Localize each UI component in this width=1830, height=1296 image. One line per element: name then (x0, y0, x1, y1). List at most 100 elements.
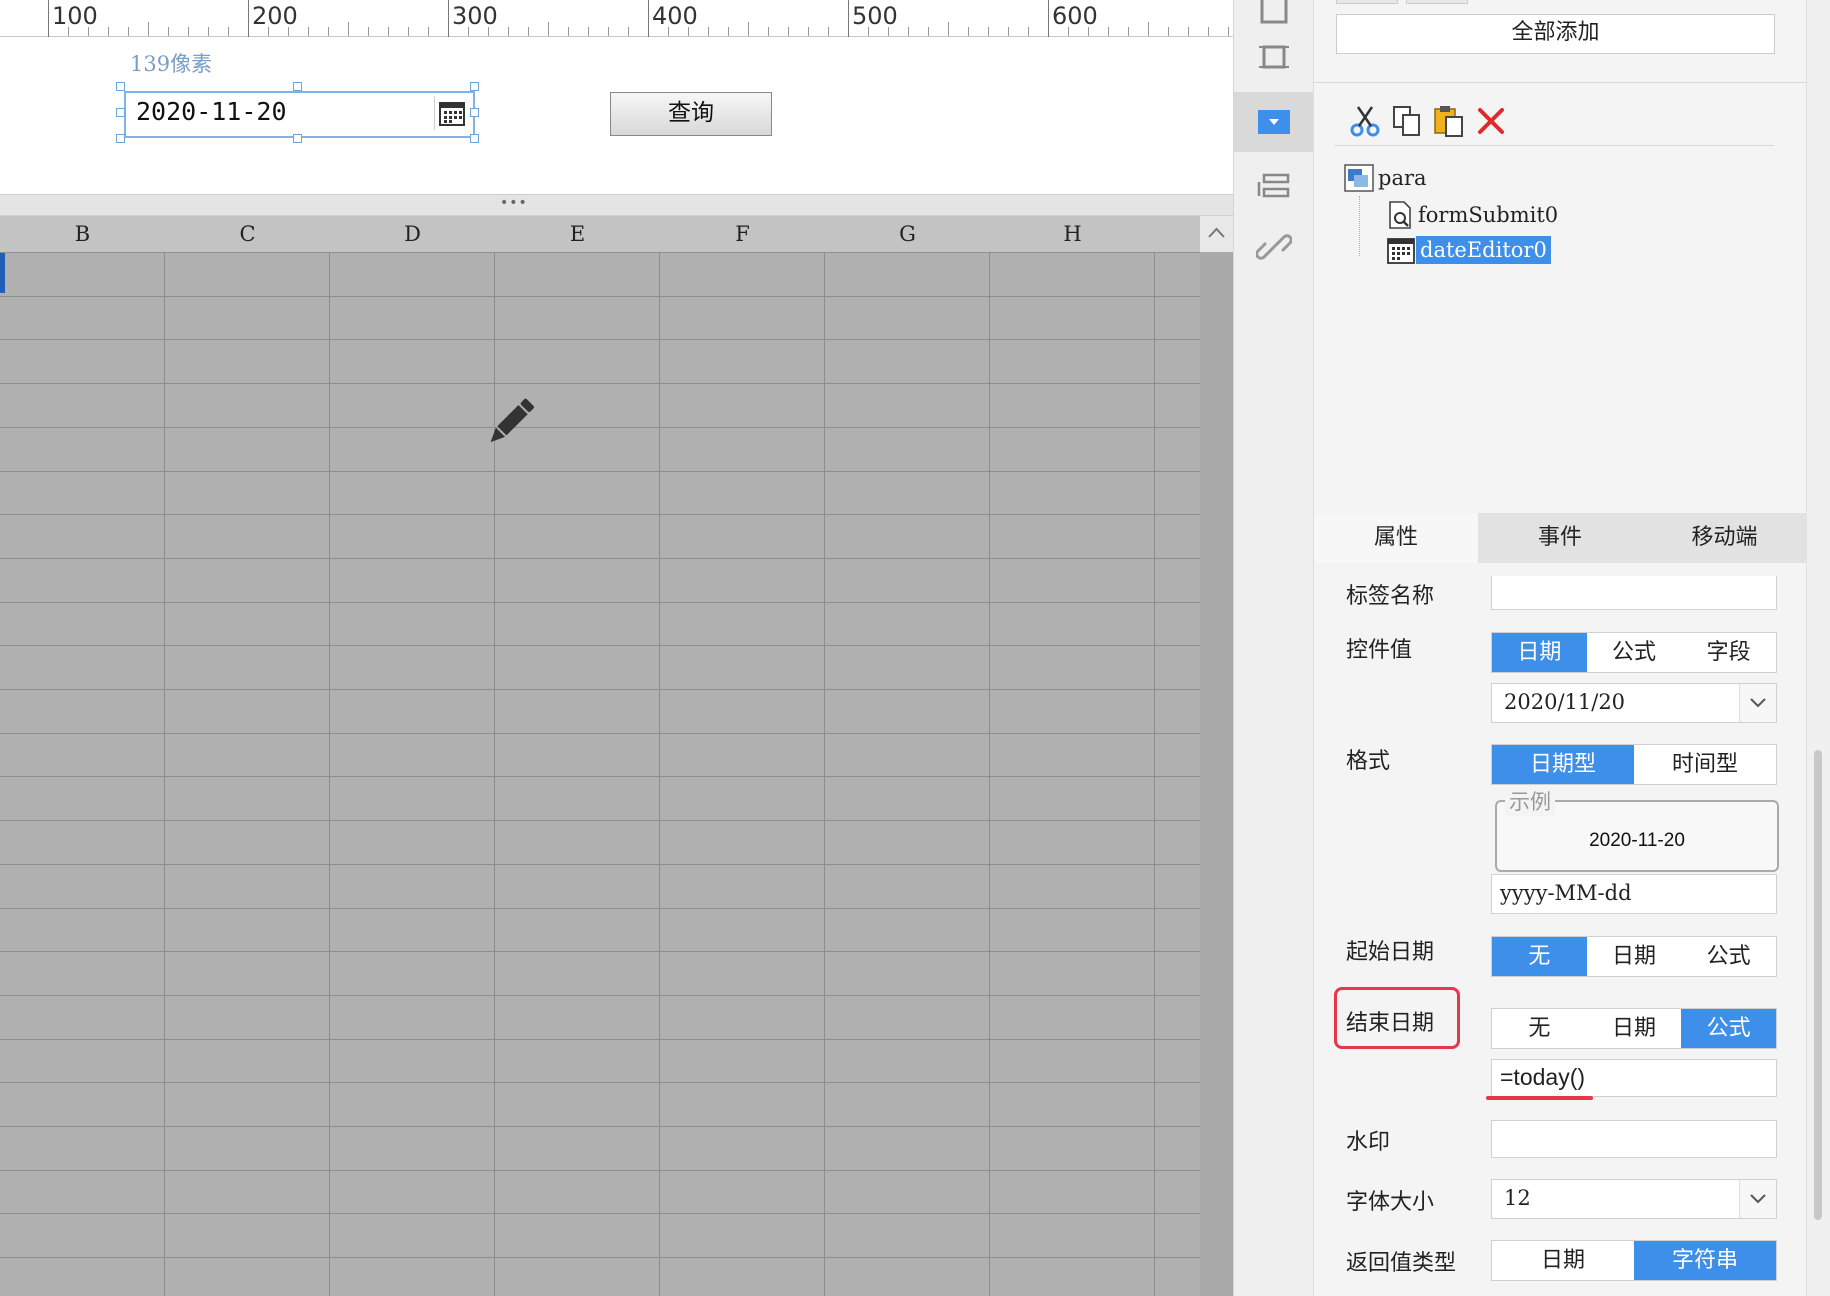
ruler-minor-tick (528, 27, 529, 36)
ruler-minor-tick (428, 27, 429, 36)
segment-option[interactable]: 无 (1492, 937, 1587, 976)
tree-node-dateeditor[interactable]: dateEditor0 (1386, 235, 1551, 265)
ruler-minor-tick (228, 27, 229, 36)
segment-option[interactable]: 日期 (1492, 1241, 1634, 1280)
grid-row-line (0, 1257, 1200, 1258)
format-type-selector[interactable]: 日期型 时间型 (1491, 744, 1777, 785)
tree-connector (1359, 196, 1361, 256)
query-button[interactable]: 查询 (610, 92, 772, 136)
ruler-minor-tick (468, 27, 469, 36)
frame-icon[interactable] (1234, 27, 1314, 87)
ruler-minor-tick (1168, 27, 1169, 36)
ruler-minor-tick (628, 27, 629, 36)
panel-top-button[interactable] (1336, 0, 1398, 4)
segment-option[interactable]: 日期 (1492, 633, 1587, 672)
list-widget-icon[interactable] (1234, 157, 1314, 217)
column-header[interactable]: B (0, 216, 166, 253)
column-header[interactable]: C (165, 216, 331, 253)
segment-option[interactable]: 无 (1492, 1009, 1587, 1048)
panel-top-button[interactable] (1406, 0, 1468, 4)
column-header[interactable]: G (825, 216, 991, 253)
segment-option[interactable]: 字段 (1681, 633, 1776, 672)
segment-option[interactable]: 字符串 (1634, 1241, 1776, 1280)
link-icon[interactable] (1234, 217, 1314, 277)
paste-icon[interactable] (1432, 104, 1466, 142)
segment-option[interactable]: 日期 (1587, 1009, 1682, 1048)
ruler-minor-tick (348, 22, 349, 36)
tab-events[interactable]: 事件 (1478, 513, 1642, 563)
font-size-dropdown[interactable]: 12 (1491, 1179, 1777, 1219)
properties-panel: 全部添加 para formSubmit0 dateEditor0 属性 事件 … (1313, 0, 1807, 1296)
ruler-minor-tick (728, 27, 729, 36)
date-editor-widget[interactable]: 2020-11-20 (124, 91, 475, 138)
return-type-selector[interactable]: 日期 字符串 (1491, 1240, 1777, 1281)
chevron-down-icon[interactable] (1739, 1180, 1776, 1218)
resize-handle[interactable] (116, 134, 125, 143)
start-date-selector[interactable]: 无 日期 公式 (1491, 936, 1777, 977)
end-date-formula-input[interactable]: =today() (1491, 1059, 1777, 1097)
column-header[interactable]: F (660, 216, 826, 253)
resize-handle[interactable] (470, 134, 479, 143)
control-value-type-selector[interactable]: 日期 公式 字段 (1491, 632, 1777, 673)
grid-column-line (164, 252, 165, 1296)
watermark-input[interactable] (1491, 1120, 1777, 1158)
resize-handle[interactable] (470, 108, 479, 117)
tree-node-root[interactable]: para (1344, 164, 1431, 192)
ruler-minor-tick (388, 27, 389, 36)
grid-vertical-scrollbar[interactable] (1200, 216, 1233, 1296)
ruler-minor-tick (128, 27, 129, 36)
column-header[interactable]: E (495, 216, 661, 253)
scroll-up-arrow-icon[interactable] (1200, 216, 1233, 252)
spreadsheet-grid[interactable]: BCDEFGH (0, 216, 1200, 1296)
resize-handle[interactable] (293, 82, 302, 91)
control-value-date-dropdown[interactable]: 2020/11/20 (1491, 683, 1777, 723)
tree-node-formsubmit[interactable]: formSubmit0 (1386, 200, 1562, 230)
format-pattern-input[interactable]: yyyy-MM-dd (1491, 874, 1777, 914)
resize-handle[interactable] (293, 134, 302, 143)
dropdown-widget-icon[interactable] (1234, 92, 1314, 152)
column-header[interactable] (1155, 216, 1200, 253)
segment-option[interactable]: 日期 (1587, 937, 1682, 976)
segment-option[interactable]: 公式 (1587, 633, 1682, 672)
add-all-button[interactable]: 全部添加 (1336, 14, 1775, 54)
ruler-minor-tick (1028, 27, 1029, 36)
copy-icon[interactable] (1390, 104, 1424, 142)
segment-option[interactable]: 时间型 (1634, 745, 1776, 784)
ruler-major-tick (248, 0, 249, 37)
ruler-minor-tick (708, 27, 709, 36)
column-header[interactable]: H (990, 216, 1156, 253)
panel-splitter[interactable]: ••• (0, 194, 1233, 216)
delete-icon[interactable] (1474, 104, 1508, 142)
ruler-label: 100 (52, 2, 98, 30)
grid-row-line (0, 1213, 1200, 1214)
tab-mobile[interactable]: 移动端 (1642, 513, 1807, 563)
segment-option[interactable]: 公式 (1681, 937, 1776, 976)
calendar-icon[interactable] (434, 96, 469, 130)
grid-column-line (329, 252, 330, 1296)
label-name-input[interactable] (1491, 576, 1777, 610)
segment-option[interactable]: 公式 (1681, 1009, 1777, 1048)
scrollbar-thumb[interactable] (1814, 750, 1822, 1220)
column-header[interactable]: D (330, 216, 496, 253)
ruler-minor-tick (888, 27, 889, 36)
ruler-label: 200 (252, 2, 298, 30)
ruler-minor-tick (1208, 27, 1209, 36)
ruler-label: 600 (1052, 2, 1098, 30)
panel-scrollbar[interactable] (1806, 0, 1830, 1296)
ruler-minor-tick (1128, 27, 1129, 36)
cut-icon[interactable] (1348, 104, 1382, 142)
font-size-value: 12 (1504, 1186, 1531, 1210)
parameter-design-area[interactable]: 139像素 2020-11-20 查询 (0, 38, 1233, 194)
chevron-down-icon[interactable] (1739, 684, 1776, 722)
example-caption: 示例 (1505, 786, 1555, 816)
end-date-selector[interactable]: 无 日期 公式 (1491, 1008, 1777, 1049)
segment-option[interactable]: 日期型 (1492, 745, 1634, 784)
tab-properties[interactable]: 属性 (1314, 513, 1478, 563)
ruler-minor-tick (688, 27, 689, 36)
watermark-label: 水印 (1346, 1130, 1391, 1155)
resize-handle[interactable] (116, 82, 125, 91)
format-label: 格式 (1346, 749, 1391, 774)
end-date-label: 结束日期 (1346, 1011, 1435, 1036)
resize-handle[interactable] (470, 82, 479, 91)
resize-handle[interactable] (116, 108, 125, 117)
